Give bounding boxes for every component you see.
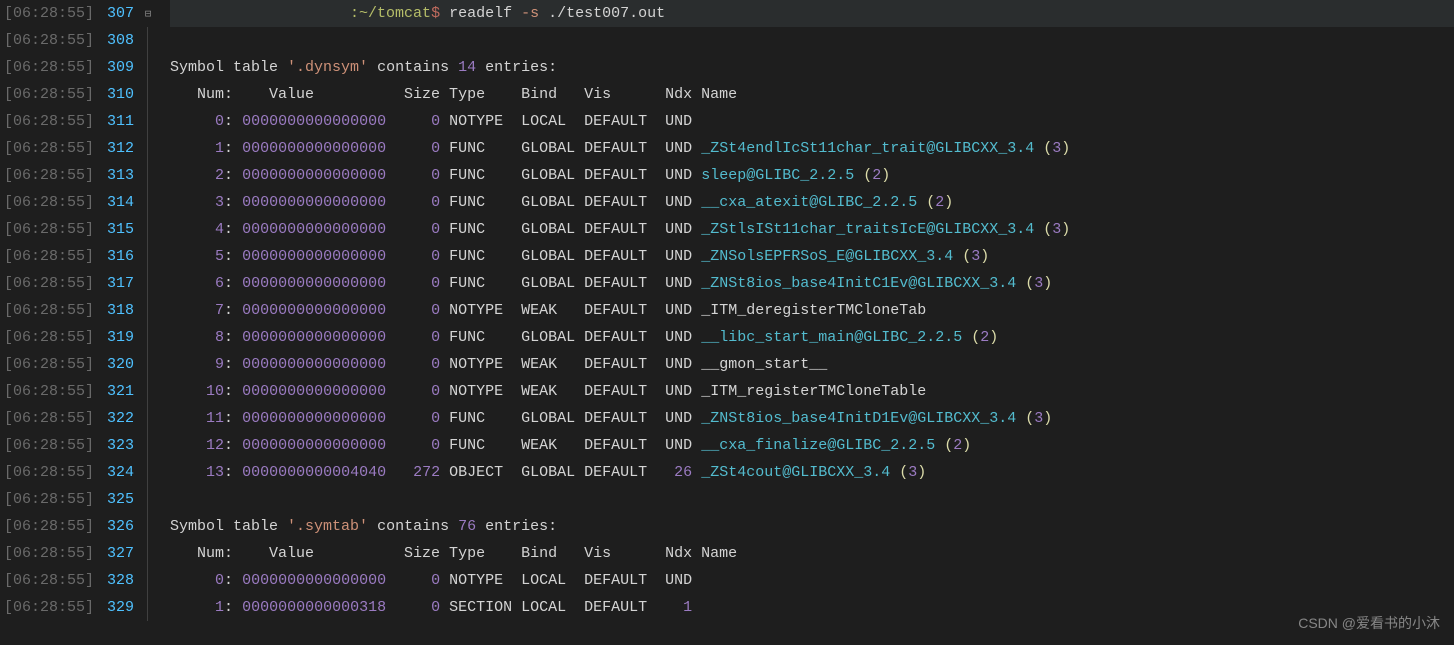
fold-cell[interactable] xyxy=(142,270,158,297)
line-number[interactable]: 315 xyxy=(102,216,134,243)
code-line[interactable] xyxy=(170,486,1454,513)
code-line[interactable]: 10: 0000000000000000 0 NOTYPE WEAK DEFAU… xyxy=(170,378,1454,405)
timestamp: [06:28:55] xyxy=(4,0,94,27)
fold-cell[interactable] xyxy=(142,162,158,189)
timestamp: [06:28:55] xyxy=(4,432,94,459)
timestamp-gutter: [06:28:55][06:28:55][06:28:55][06:28:55]… xyxy=(0,0,100,645)
code-line[interactable]: Symbol table '.dynsym' contains 14 entri… xyxy=(170,54,1454,81)
code-line[interactable]: 11: 0000000000000000 0 FUNC GLOBAL DEFAU… xyxy=(170,405,1454,432)
fold-gutter[interactable]: ⊟ xyxy=(142,0,158,645)
line-number[interactable]: 320 xyxy=(102,351,134,378)
code-line[interactable]: 9: 0000000000000000 0 NOTYPE WEAK DEFAUL… xyxy=(170,351,1454,378)
fold-cell[interactable] xyxy=(142,243,158,270)
timestamp: [06:28:55] xyxy=(4,324,94,351)
line-number[interactable]: 321 xyxy=(102,378,134,405)
code-line[interactable]: 4: 0000000000000000 0 FUNC GLOBAL DEFAUL… xyxy=(170,216,1454,243)
fold-cell[interactable] xyxy=(142,513,158,540)
timestamp: [06:28:55] xyxy=(4,216,94,243)
line-number[interactable]: 309 xyxy=(102,54,134,81)
line-number[interactable]: 324 xyxy=(102,459,134,486)
code-line[interactable]: 6: 0000000000000000 0 FUNC GLOBAL DEFAUL… xyxy=(170,270,1454,297)
fold-cell[interactable] xyxy=(142,459,158,486)
timestamp: [06:28:55] xyxy=(4,162,94,189)
line-number[interactable]: 311 xyxy=(102,108,134,135)
line-number[interactable]: 329 xyxy=(102,594,134,621)
fold-collapse-icon[interactable]: ⊟ xyxy=(142,2,154,29)
line-number[interactable]: 328 xyxy=(102,567,134,594)
code-line[interactable]: 1: 0000000000000318 0 SECTION LOCAL DEFA… xyxy=(170,594,1454,621)
timestamp: [06:28:55] xyxy=(4,270,94,297)
code-line[interactable] xyxy=(170,27,1454,54)
fold-cell[interactable] xyxy=(142,540,158,567)
fold-cell[interactable] xyxy=(142,189,158,216)
fold-cell[interactable] xyxy=(142,81,158,108)
line-number[interactable]: 323 xyxy=(102,432,134,459)
fold-cell[interactable] xyxy=(142,432,158,459)
timestamp: [06:28:55] xyxy=(4,81,94,108)
code-line[interactable]: 8: 0000000000000000 0 FUNC GLOBAL DEFAUL… xyxy=(170,324,1454,351)
line-number[interactable]: 322 xyxy=(102,405,134,432)
line-number[interactable]: 307 xyxy=(102,0,134,27)
code-line[interactable]: :~/tomcat$ readelf -s ./test007.out xyxy=(170,0,1454,27)
timestamp: [06:28:55] xyxy=(4,378,94,405)
code-line[interactable]: 0: 0000000000000000 0 NOTYPE LOCAL DEFAU… xyxy=(170,108,1454,135)
timestamp: [06:28:55] xyxy=(4,459,94,486)
code-line[interactable]: Num: Value Size Type Bind Vis Ndx Name xyxy=(170,81,1454,108)
fold-cell[interactable] xyxy=(142,27,158,54)
timestamp: [06:28:55] xyxy=(4,135,94,162)
line-number[interactable]: 326 xyxy=(102,513,134,540)
fold-cell[interactable] xyxy=(142,567,158,594)
fold-cell[interactable] xyxy=(142,405,158,432)
timestamp: [06:28:55] xyxy=(4,540,94,567)
fold-cell[interactable] xyxy=(142,594,158,621)
code-line[interactable]: 7: 0000000000000000 0 NOTYPE WEAK DEFAUL… xyxy=(170,297,1454,324)
timestamp: [06:28:55] xyxy=(4,486,94,513)
line-number[interactable]: 314 xyxy=(102,189,134,216)
code-content[interactable]: :~/tomcat$ readelf -s ./test007.out Symb… xyxy=(158,0,1454,645)
fold-cell[interactable] xyxy=(142,486,158,513)
timestamp: [06:28:55] xyxy=(4,54,94,81)
line-number[interactable]: 310 xyxy=(102,81,134,108)
timestamp: [06:28:55] xyxy=(4,351,94,378)
timestamp: [06:28:55] xyxy=(4,594,94,621)
code-line[interactable]: 1: 0000000000000000 0 FUNC GLOBAL DEFAUL… xyxy=(170,135,1454,162)
fold-cell[interactable] xyxy=(142,108,158,135)
timestamp: [06:28:55] xyxy=(4,405,94,432)
code-line[interactable]: 12: 0000000000000000 0 FUNC WEAK DEFAULT… xyxy=(170,432,1454,459)
code-line[interactable]: 3: 0000000000000000 0 FUNC GLOBAL DEFAUL… xyxy=(170,189,1454,216)
code-editor: [06:28:55][06:28:55][06:28:55][06:28:55]… xyxy=(0,0,1454,645)
fold-cell[interactable] xyxy=(142,216,158,243)
code-line[interactable]: Symbol table '.symtab' contains 76 entri… xyxy=(170,513,1454,540)
line-number[interactable]: 319 xyxy=(102,324,134,351)
timestamp: [06:28:55] xyxy=(4,297,94,324)
code-line[interactable]: Num: Value Size Type Bind Vis Ndx Name xyxy=(170,540,1454,567)
fold-cell[interactable] xyxy=(142,135,158,162)
line-number[interactable]: 317 xyxy=(102,270,134,297)
code-line[interactable]: 13: 0000000000004040 272 OBJECT GLOBAL D… xyxy=(170,459,1454,486)
code-line[interactable]: 2: 0000000000000000 0 FUNC GLOBAL DEFAUL… xyxy=(170,162,1454,189)
line-number[interactable]: 316 xyxy=(102,243,134,270)
timestamp: [06:28:55] xyxy=(4,189,94,216)
timestamp: [06:28:55] xyxy=(4,27,94,54)
fold-cell[interactable] xyxy=(142,297,158,324)
timestamp: [06:28:55] xyxy=(4,513,94,540)
line-number[interactable]: 325 xyxy=(102,486,134,513)
fold-cell[interactable] xyxy=(142,378,158,405)
code-line[interactable]: 0: 0000000000000000 0 NOTYPE LOCAL DEFAU… xyxy=(170,567,1454,594)
code-line[interactable]: 5: 0000000000000000 0 FUNC GLOBAL DEFAUL… xyxy=(170,243,1454,270)
line-number[interactable]: 312 xyxy=(102,135,134,162)
line-number-gutter[interactable]: 3073083093103113123133143153163173183193… xyxy=(100,0,142,645)
line-number[interactable]: 318 xyxy=(102,297,134,324)
fold-cell[interactable] xyxy=(142,351,158,378)
timestamp: [06:28:55] xyxy=(4,108,94,135)
line-number[interactable]: 313 xyxy=(102,162,134,189)
line-number[interactable]: 327 xyxy=(102,540,134,567)
timestamp: [06:28:55] xyxy=(4,567,94,594)
timestamp: [06:28:55] xyxy=(4,243,94,270)
fold-cell[interactable] xyxy=(142,54,158,81)
line-number[interactable]: 308 xyxy=(102,27,134,54)
fold-cell[interactable]: ⊟ xyxy=(142,0,158,27)
fold-cell[interactable] xyxy=(142,324,158,351)
